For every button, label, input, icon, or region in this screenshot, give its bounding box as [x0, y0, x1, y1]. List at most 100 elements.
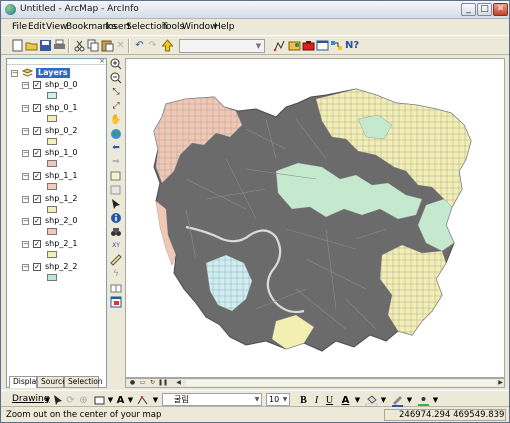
zoom-to-selected-icon[interactable]: ⊕ — [77, 394, 90, 407]
copy-icon[interactable] — [87, 39, 100, 52]
toc-layer-shp_2_0[interactable]: − ✓ shp_2_0 — [22, 216, 106, 236]
select-elements-arrow-icon[interactable] — [51, 394, 64, 407]
collapse-toggle-icon[interactable]: − — [22, 264, 29, 271]
toc-layer-shp_2_2[interactable]: − ✓ shp_2_2 — [22, 262, 106, 282]
collapse-toggle-icon[interactable]: − — [22, 105, 29, 112]
chevron-down-icon[interactable]: ▼ — [149, 394, 162, 407]
identify-info-icon[interactable] — [110, 212, 122, 224]
swipe-layer-icon[interactable] — [110, 282, 122, 294]
data-view-globe-icon[interactable]: ● — [128, 379, 137, 387]
refresh-icon[interactable]: ↻ — [148, 379, 157, 387]
edit-vertices-icon[interactable] — [136, 394, 149, 407]
tab-selection[interactable]: Selection — [64, 376, 103, 388]
paste-icon[interactable] — [101, 39, 114, 52]
collapse-toggle-icon[interactable]: − — [22, 150, 29, 157]
select-features-icon[interactable] — [110, 170, 122, 182]
chevron-down-icon[interactable]: ▼ — [403, 394, 416, 407]
back-extent-icon[interactable]: ⬅ — [110, 142, 122, 154]
layer-visibility-checkbox[interactable]: ✓ — [33, 149, 41, 157]
model-builder-icon[interactable] — [330, 39, 343, 52]
collapse-toggle-icon[interactable]: − — [22, 218, 29, 225]
toc-layer-shp_0_0[interactable]: − ✓ shp_0_0 — [22, 80, 106, 100]
menu-help[interactable]: Help — [214, 22, 235, 32]
forward-extent-icon[interactable]: ➡ — [110, 156, 122, 168]
undo-icon[interactable]: ↶ — [133, 39, 146, 52]
layer-name[interactable]: shp_0_0 — [45, 80, 78, 90]
zoom-out-icon[interactable] — [110, 72, 122, 84]
arctoolbox-icon[interactable] — [302, 39, 315, 52]
collapse-toggle-icon[interactable]: − — [22, 173, 29, 180]
pan-hand-icon[interactable]: ✋ — [110, 114, 122, 126]
collapse-toggle-icon[interactable]: − — [22, 196, 29, 203]
cut-icon[interactable] — [73, 39, 86, 52]
find-binoculars-icon[interactable] — [110, 226, 122, 238]
layer-visibility-checkbox[interactable]: ✓ — [33, 81, 41, 89]
arccatalog-icon[interactable] — [288, 39, 301, 52]
rotate-icon[interactable]: ⟳ — [64, 394, 77, 407]
layer-name[interactable]: shp_2_2 — [45, 262, 78, 272]
toc-layer-shp_1_0[interactable]: − ✓ shp_1_0 — [22, 148, 106, 168]
map-display[interactable] — [125, 58, 505, 378]
layer-symbol-swatch[interactable] — [47, 274, 57, 281]
menu-window[interactable]: Window — [182, 22, 218, 32]
layer-name[interactable]: shp_0_1 — [45, 103, 78, 113]
font-size-select[interactable]: 10 ▼ — [266, 393, 290, 406]
whats-this-help-icon[interactable]: N? — [345, 39, 359, 52]
layer-visibility-checkbox[interactable]: ✓ — [33, 104, 41, 112]
underline-icon[interactable]: U — [323, 394, 336, 407]
pause-drawing-icon[interactable]: ❚❚ — [158, 379, 168, 387]
clear-selection-icon[interactable] — [110, 184, 122, 196]
data-frame-label[interactable]: Layers — [36, 68, 70, 78]
collapse-toggle-icon[interactable]: − — [22, 128, 29, 135]
layer-symbol-swatch[interactable] — [47, 115, 57, 122]
chevron-down-icon[interactable]: ▼ — [429, 394, 442, 407]
layer-visibility-checkbox[interactable]: ✓ — [33, 195, 41, 203]
horizontal-scrollbar[interactable] — [186, 380, 496, 386]
collapse-toggle-icon[interactable]: − — [22, 241, 29, 248]
chevron-down-icon[interactable]: ▼ — [351, 394, 364, 407]
menu-view[interactable]: View — [46, 22, 67, 32]
layer-name[interactable]: shp_2_1 — [45, 239, 78, 249]
layer-visibility-checkbox[interactable]: ✓ — [33, 240, 41, 248]
layer-symbol-swatch[interactable] — [47, 183, 57, 190]
map-canvas[interactable] — [126, 59, 504, 377]
menu-tools[interactable]: Tools — [162, 22, 184, 32]
collapse-toggle-icon[interactable]: − — [11, 70, 18, 77]
chevron-down-icon[interactable]: ▼ — [253, 394, 261, 405]
bold-icon[interactable]: B — [297, 394, 310, 407]
command-line-icon[interactable] — [316, 39, 329, 52]
collapse-toggle-icon[interactable]: − — [22, 82, 29, 89]
go-to-xy-icon[interactable]: XY — [110, 240, 122, 252]
fixed-zoom-in-icon[interactable]: ⤡ — [110, 86, 122, 98]
layout-view-icon[interactable]: ▭ — [138, 379, 147, 387]
layer-name[interactable]: shp_1_2 — [45, 194, 78, 204]
menu-file[interactable]: File — [12, 22, 27, 32]
layer-visibility-checkbox[interactable]: ✓ — [33, 127, 41, 135]
layer-visibility-checkbox[interactable]: ✓ — [33, 263, 41, 271]
layer-name[interactable]: shp_2_0 — [45, 216, 78, 226]
italic-icon[interactable]: I — [310, 394, 323, 407]
toc-layer-shp_1_2[interactable]: − ✓ shp_1_2 — [22, 194, 106, 214]
layer-name[interactable]: shp_1_0 — [45, 148, 78, 158]
save-icon[interactable] — [39, 39, 52, 52]
minimize-button[interactable]: _ — [461, 3, 476, 16]
layer-symbol-swatch[interactable] — [47, 206, 57, 213]
add-data-icon[interactable] — [161, 39, 174, 52]
fixed-zoom-out-icon[interactable]: ⤢ — [110, 100, 122, 112]
new-document-icon[interactable] — [11, 39, 24, 52]
chevron-down-icon[interactable]: ▼ — [253, 40, 264, 52]
layer-name[interactable]: shp_1_1 — [45, 171, 78, 181]
chevron-down-icon[interactable]: ▼ — [281, 394, 289, 405]
toc-layer-shp_2_1[interactable]: − ✓ shp_2_1 — [22, 239, 106, 259]
layer-symbol-swatch[interactable] — [47, 92, 57, 99]
layer-visibility-checkbox[interactable]: ✓ — [33, 217, 41, 225]
layer-symbol-swatch[interactable] — [47, 160, 57, 167]
chevron-down-icon[interactable]: ▼ — [377, 394, 390, 407]
full-extent-globe-icon[interactable] — [110, 128, 122, 140]
select-elements-arrow-icon[interactable] — [110, 198, 122, 210]
scroll-right-icon[interactable]: ▶ — [496, 379, 505, 387]
toc-layer-shp_1_1[interactable]: − ✓ shp_1_1 — [22, 171, 106, 191]
editor-toolbar-icon[interactable] — [273, 39, 286, 52]
close-button[interactable]: ✕ — [493, 3, 508, 16]
tab-display[interactable]: Display — [9, 376, 41, 388]
